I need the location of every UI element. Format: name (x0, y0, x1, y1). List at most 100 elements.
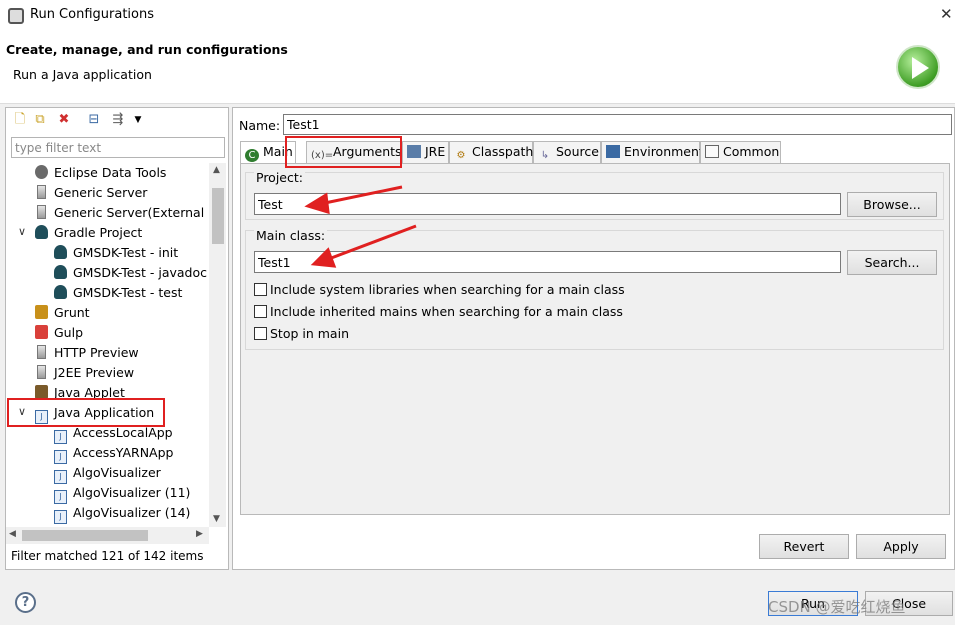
config-tree: Eclipse Data Tools Generic Server Generi… (6, 163, 209, 527)
jre-icon (407, 145, 421, 158)
annotation-arrow-main-class (325, 224, 417, 262)
scroll-left-icon[interactable]: ◀ (9, 529, 16, 539)
scrollbar-thumb[interactable] (22, 530, 148, 541)
tab-label: Classpath (472, 144, 534, 159)
gear-icon (35, 165, 48, 179)
annotation-arrow-project (319, 185, 403, 206)
tree-item-gmsdk-test[interactable]: GMSDK-Test - test (54, 283, 182, 303)
tree-item-grunt[interactable]: Grunt (35, 303, 90, 323)
grunt-icon (35, 305, 48, 319)
server-icon (37, 205, 46, 219)
scroll-right-icon[interactable]: ▶ (196, 529, 203, 539)
tab-jre[interactable]: JRE (402, 141, 449, 163)
tree-item-gradle-project[interactable]: Gradle Project (35, 223, 142, 243)
new-config-icon[interactable]: 🗋 (12, 112, 28, 128)
tree-item-label: Gradle Project (54, 225, 143, 240)
run-large-icon (896, 45, 940, 89)
annotation-box-arguments (285, 136, 402, 168)
title-bar: Run Configurations ✕ (0, 0, 955, 32)
tree-item-j2ee-preview[interactable]: J2EE Preview (35, 363, 134, 383)
java-app-icon: J (54, 430, 67, 444)
filter-icon[interactable]: ⇶ (110, 112, 126, 128)
search-button[interactable]: Search... (847, 250, 937, 275)
scroll-up-icon[interactable]: ▲ (213, 165, 220, 175)
include-system-libraries-checkbox[interactable]: Include system libraries when searching … (254, 282, 625, 298)
scroll-down-icon[interactable]: ▼ (213, 514, 220, 524)
annotation-box-java-application (7, 398, 165, 427)
classpath-icon: ⚙ (456, 150, 466, 161)
gulp-icon (35, 325, 48, 339)
header-title: Create, manage, and run configurations (6, 42, 288, 57)
stop-in-main-checkbox[interactable]: Stop in main (254, 326, 349, 342)
apply-button[interactable]: Apply (856, 534, 946, 559)
annotation-arrows (304, 185, 417, 268)
watermark: CSDN @爱吃红烧鱼 (768, 598, 906, 616)
java-app-icon: J (54, 450, 67, 464)
environment-icon (606, 145, 620, 158)
tree-item-algovisualizer[interactable]: J AlgoVisualizer (54, 463, 161, 484)
tree-item-gulp[interactable]: Gulp (35, 323, 83, 343)
arrow-head (310, 247, 337, 268)
tab-common[interactable]: Common (700, 141, 781, 163)
checkbox-label: Include inherited mains when searching f… (270, 304, 623, 319)
checkbox-box[interactable] (254, 283, 267, 296)
tab-environment[interactable]: Environment (601, 141, 704, 163)
window-title: Run Configurations (30, 7, 154, 22)
tree-item-eclipse-data-tools[interactable]: Eclipse Data Tools (35, 163, 166, 183)
tree-item-label: AlgoVisualizer (14) (73, 505, 191, 520)
delete-icon[interactable]: ✖ (56, 112, 72, 128)
browse-button[interactable]: Browse... (847, 192, 937, 217)
tree-item-label: GMSDK-Test - javadoc (73, 265, 207, 280)
arrow-head (304, 192, 330, 215)
name-field[interactable] (283, 114, 952, 135)
tab-classpath[interactable]: ⚙ Classpath (449, 141, 533, 163)
collapse-all-icon[interactable]: ⊟ (86, 112, 102, 128)
tab-source[interactable]: ↳ Source (533, 141, 601, 163)
checkbox-box[interactable] (254, 327, 267, 340)
gradle-icon (54, 285, 67, 299)
name-label: Name: (239, 118, 281, 133)
tab-label: Environment (624, 144, 704, 159)
header-subtitle: Run a Java application (13, 67, 152, 82)
revert-button[interactable]: Revert (759, 534, 849, 559)
filter-input[interactable] (11, 137, 225, 158)
scrollbar-thumb[interactable] (212, 188, 224, 244)
tree-item-label: AlgoVisualizer (11) (73, 485, 191, 500)
help-icon[interactable]: ? (15, 592, 36, 613)
tree-item-gmsdk-javadoc[interactable]: GMSDK-Test - javadoc (54, 263, 207, 283)
tree-item-generic-server[interactable]: Generic Server (35, 183, 147, 203)
gradle-icon (35, 225, 48, 239)
checkbox-label: Include system libraries when searching … (270, 282, 625, 297)
server-icon (37, 185, 46, 199)
tree-item-algovisualizer-11[interactable]: J AlgoVisualizer (11) (54, 483, 191, 504)
tree-vertical-scrollbar[interactable]: ▲ ▼ (209, 163, 226, 527)
tree-item-http-preview[interactable]: HTTP Preview (35, 343, 139, 363)
duplicate-icon[interactable]: ⧉ (32, 112, 48, 128)
tree-item-algovisualizer-14[interactable]: J AlgoVisualizer (14) (54, 503, 191, 524)
chevron-down-icon[interactable]: ∨ (18, 225, 26, 238)
config-editor-pane: Name: CMain (x)=Arguments JRE ⚙Classpath… (232, 107, 955, 570)
checkbox-label: Stop in main (270, 326, 349, 341)
window-close-icon[interactable]: ✕ (940, 5, 953, 23)
tree-item-label: GMSDK-Test - init (73, 245, 179, 260)
server-icon (37, 345, 46, 359)
tree-item-generic-server-external[interactable]: Generic Server(External La (35, 203, 209, 223)
gradle-icon (54, 265, 67, 279)
tree-item-label: Grunt (54, 305, 90, 320)
config-list-pane: 🗋 ⧉ ✖ ⊟ ⇶ ▼ Eclipse Data Tools Generic S… (5, 107, 229, 570)
include-inherited-mains-checkbox[interactable]: Include inherited mains when searching f… (254, 304, 623, 320)
dialog-header: Create, manage, and run configurations R… (0, 32, 955, 104)
tree-item-label: Generic Server (54, 185, 148, 200)
tab-label: Common (723, 144, 780, 159)
tree-item-accessyarnapp[interactable]: J AccessYARNApp (54, 443, 173, 464)
tab-label: Source (556, 144, 599, 159)
checkbox-box[interactable] (254, 305, 267, 318)
tree-horizontal-scrollbar[interactable]: ◀ ▶ (6, 527, 209, 544)
tree-item-label: GMSDK-Test - test (73, 285, 183, 300)
gradle-icon (54, 245, 67, 259)
tree-item-gmsdk-init[interactable]: GMSDK-Test - init (54, 243, 178, 263)
project-label: Project: (254, 170, 305, 185)
dropdown-arrow-icon[interactable]: ▼ (130, 112, 146, 128)
tree-item-label: AlgoVisualizer (73, 465, 161, 480)
tree-item-label: J2EE Preview (54, 365, 135, 380)
